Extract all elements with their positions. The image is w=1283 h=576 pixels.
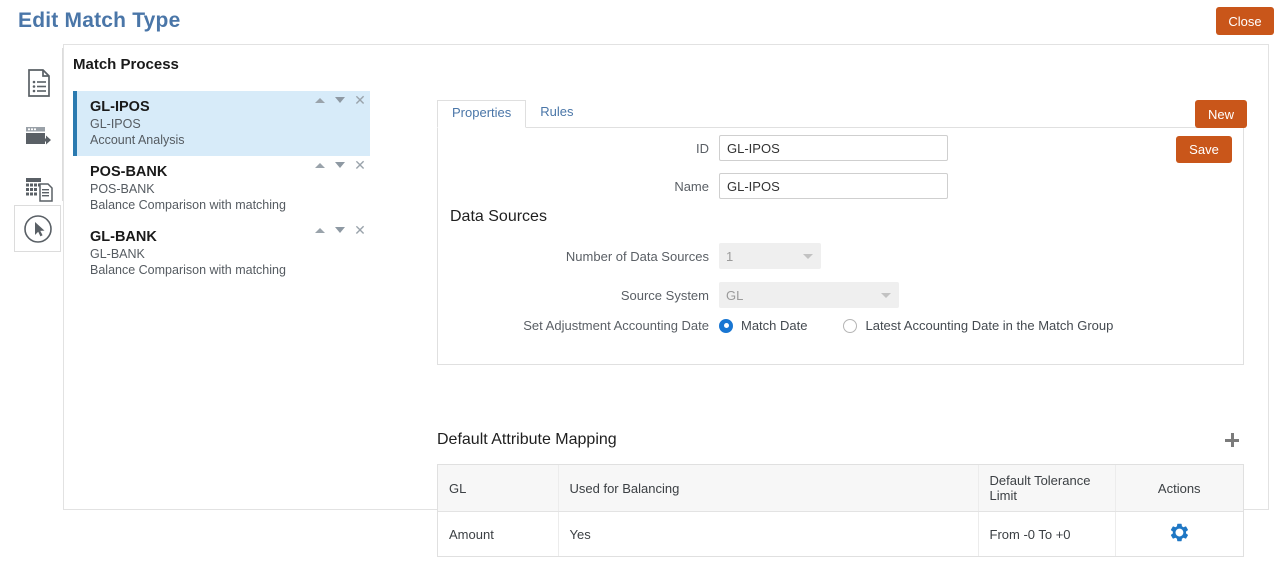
attribute-mapping-table: GL Used for Balancing Default Tolerance … xyxy=(437,464,1244,557)
source-system-value: GL xyxy=(726,287,744,303)
document-list-icon[interactable] xyxy=(22,66,56,100)
move-down-icon[interactable] xyxy=(333,158,347,172)
list-item-description: Account Analysis xyxy=(90,133,185,147)
cell-default-tolerance-limit: From -0 To +0 xyxy=(978,511,1116,556)
row-controls: ✕ xyxy=(313,93,367,107)
column-header-gl: GL xyxy=(438,465,559,512)
list-item-description: Balance Comparison with matching xyxy=(90,263,286,277)
column-header-default-tolerance-limit: Default Tolerance Limit xyxy=(978,465,1116,512)
properties-content: Properties Rules Save ID Name Data Sourc… xyxy=(371,91,1260,557)
move-down-icon[interactable] xyxy=(333,223,347,237)
radio-match-date[interactable]: Match Date xyxy=(719,318,843,333)
radio-latest-accounting-date-label: Latest Accounting Date in the Match Grou… xyxy=(865,318,1114,333)
new-button[interactable]: New xyxy=(1195,100,1247,128)
id-label: ID xyxy=(696,140,709,156)
match-process-heading: Match Process xyxy=(73,56,179,73)
grid-report-icon[interactable] xyxy=(22,172,56,206)
move-down-icon[interactable] xyxy=(333,93,347,107)
chevron-down-icon xyxy=(881,293,891,298)
list-item-subtitle: GL-BANK xyxy=(90,247,145,261)
main-panel: Match Process New ✕ GL-IPOS GL-IPOS Acco… xyxy=(63,44,1269,557)
radio-match-date-dot[interactable] xyxy=(719,318,733,333)
tab-properties[interactable]: Properties xyxy=(437,100,527,128)
radio-match-date-label: Match Date xyxy=(741,318,808,333)
table-header-row: GL Used for Balancing Default Tolerance … xyxy=(438,465,1243,512)
move-up-icon[interactable] xyxy=(313,93,327,107)
list-item-subtitle: POS-BANK xyxy=(90,182,155,196)
plus-icon[interactable] xyxy=(1221,429,1243,451)
row-controls: ✕ xyxy=(313,158,367,172)
name-field-row: Name xyxy=(597,173,948,199)
move-up-icon[interactable] xyxy=(313,223,327,237)
remove-icon[interactable]: ✕ xyxy=(353,158,367,172)
list-item[interactable]: ✕ GL-IPOS GL-IPOS Account Analysis xyxy=(73,91,370,156)
cursor-pointer-icon[interactable] xyxy=(14,205,61,252)
data-sources-heading: Data Sources xyxy=(450,208,547,225)
source-system-label: Source System xyxy=(620,287,709,303)
column-header-actions: Actions xyxy=(1115,465,1243,512)
column-header-used-for-balancing: Used for Balancing xyxy=(558,465,979,512)
cell-actions[interactable] xyxy=(1115,512,1243,557)
table-row[interactable]: Amount Yes From -0 To +0 xyxy=(438,511,1243,557)
move-up-icon[interactable] xyxy=(313,158,327,172)
source-system-row: Source System GL xyxy=(474,282,899,308)
data-load-icon[interactable] xyxy=(22,120,56,154)
close-button[interactable]: Close xyxy=(1216,7,1274,35)
tab-bar: Properties Rules xyxy=(437,100,588,128)
cell-gl: Amount xyxy=(438,511,559,556)
gear-icon[interactable] xyxy=(1169,523,1190,546)
list-item[interactable]: ✕ GL-BANK GL-BANK Balance Comparison wit… xyxy=(73,221,370,286)
list-item[interactable]: ✕ POS-BANK POS-BANK Balance Comparison w… xyxy=(73,156,370,221)
number-of-data-sources-value: 1 xyxy=(726,248,734,264)
attribute-mapping-heading: Default Attribute Mapping xyxy=(437,431,617,448)
edit-match-type-page: Edit Match Type Close Match Process New … xyxy=(0,0,1283,576)
number-of-data-sources-select[interactable]: 1 xyxy=(719,243,821,269)
id-input[interactable] xyxy=(719,135,948,161)
adjustment-accounting-date-label: Set Adjustment Accounting Date xyxy=(523,318,709,333)
number-of-data-sources-row: Number of Data Sources 1 xyxy=(474,243,821,269)
properties-form: Save ID Name Data Sources Number of Data… xyxy=(437,127,1244,365)
save-button[interactable]: Save xyxy=(1176,136,1232,163)
radio-latest-accounting-date[interactable]: Latest Accounting Date in the Match Grou… xyxy=(843,318,1113,333)
match-process-list: ✕ GL-IPOS GL-IPOS Account Analysis ✕ POS… xyxy=(73,91,370,495)
cell-used-for-balancing: Yes xyxy=(558,511,979,556)
name-input[interactable] xyxy=(719,173,948,199)
id-field-row: ID xyxy=(597,135,948,161)
remove-icon[interactable]: ✕ xyxy=(353,93,367,107)
list-item-description: Balance Comparison with matching xyxy=(90,198,286,212)
list-item-subtitle: GL-IPOS xyxy=(90,117,141,131)
tab-rules[interactable]: Rules xyxy=(526,100,587,128)
row-controls: ✕ xyxy=(313,223,367,237)
name-label: Name xyxy=(674,178,709,194)
radio-latest-accounting-date-dot[interactable] xyxy=(843,318,858,333)
adjustment-accounting-date-row: Set Adjustment Accounting Date Match Dat… xyxy=(474,318,1113,333)
page-title: Edit Match Type xyxy=(18,9,181,32)
left-icon-rail xyxy=(14,48,63,202)
remove-icon[interactable]: ✕ xyxy=(353,223,367,237)
number-of-data-sources-label: Number of Data Sources xyxy=(565,248,709,264)
source-system-select[interactable]: GL xyxy=(719,282,899,308)
chevron-down-icon xyxy=(803,254,813,259)
